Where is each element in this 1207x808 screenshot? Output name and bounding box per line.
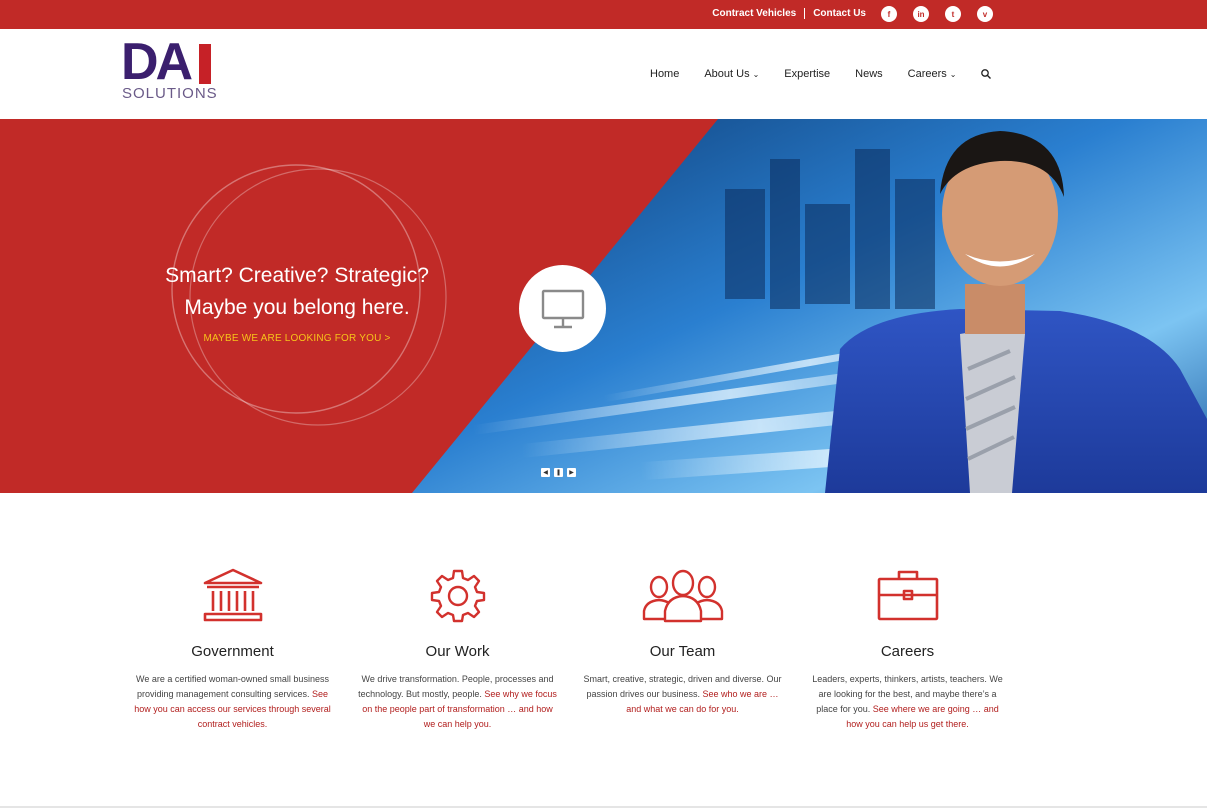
government-building-icon[interactable]: [201, 567, 265, 623]
feature-desc-government: We are a certified woman-owned small bus…: [133, 672, 333, 732]
feature-title-our-team[interactable]: Our Team: [570, 643, 795, 660]
feature-title-careers[interactable]: Careers: [795, 643, 1020, 660]
hero-slider: Smart? Creative? Strategic? Maybe you be…: [0, 119, 1207, 493]
dai-logo[interactable]: DA SOLUTIONS: [121, 36, 218, 102]
vimeo-icon[interactable]: v: [977, 6, 993, 22]
nav-careers-label: Careers: [907, 68, 947, 80]
nav-about-label: About Us: [704, 68, 750, 80]
top-utility-bar: Contract Vehicles Contact Us f in t v: [0, 0, 1207, 29]
feature-desc-careers: Leaders, experts, thinkers, artists, tea…: [808, 672, 1008, 732]
top-link-divider: [804, 8, 806, 19]
top-links: Contract Vehicles Contact Us: [712, 8, 866, 19]
monitor-badge: [519, 265, 606, 352]
feature-our-work: Our Work We drive transformation. People…: [345, 565, 570, 732]
nav-careers[interactable]: Careers ⌄: [908, 68, 957, 80]
logo-mark: DA: [121, 33, 193, 91]
chevron-down-icon: ⌄: [752, 69, 760, 79]
hero-caption: Smart? Creative? Strategic? Maybe you be…: [162, 260, 432, 344]
linkedin-icon[interactable]: in: [913, 6, 929, 22]
nav-home-label: Home: [650, 68, 680, 80]
social-links: f in t v: [881, 6, 993, 22]
site-header: DA SOLUTIONS Home About Us ⌄ Expertise Ne…: [0, 29, 1207, 119]
chevron-down-icon: ⌄: [949, 69, 957, 79]
feature-desc-our-work: We drive transformation. People, process…: [358, 672, 558, 732]
team-people-icon[interactable]: [641, 567, 725, 623]
hero-heading-line2: Maybe you belong here.: [184, 296, 410, 319]
main-nav: Home About Us ⌄ Expertise News Careers ⌄: [650, 68, 992, 80]
feature-government: Government We are a certified woman-owne…: [120, 565, 345, 732]
slider-next-button[interactable]: ▶: [567, 468, 576, 477]
slider-pause-button[interactable]: ❚: [554, 468, 563, 477]
search-icon[interactable]: [980, 68, 992, 80]
logo-subtitle: SOLUTIONS: [122, 85, 218, 102]
facebook-icon[interactable]: f: [881, 6, 897, 22]
gear-icon[interactable]: [430, 567, 486, 623]
monitor-icon: [541, 289, 584, 328]
feature-columns: Government We are a certified woman-owne…: [120, 565, 1020, 732]
feature-title-government[interactable]: Government: [120, 643, 345, 660]
nav-home[interactable]: Home: [650, 68, 679, 80]
nav-news[interactable]: News: [855, 68, 883, 80]
slider-controls: ◀ ❚ ▶: [541, 468, 576, 477]
nav-expertise[interactable]: Expertise: [784, 68, 830, 80]
feature-our-team: Our Team Smart, creative, strategic, dri…: [570, 565, 795, 732]
briefcase-icon[interactable]: [876, 567, 940, 623]
contact-us-link[interactable]: Contact Us: [813, 8, 866, 19]
contract-vehicles-link[interactable]: Contract Vehicles: [712, 8, 796, 19]
nav-expertise-label: Expertise: [784, 68, 831, 80]
hero-heading-line1: Smart? Creative? Strategic?: [165, 264, 429, 287]
twitter-icon[interactable]: t: [945, 6, 961, 22]
feature-desc-our-team: Smart, creative, strategic, driven and d…: [583, 672, 783, 717]
slider-prev-button[interactable]: ◀: [541, 468, 550, 477]
feature-careers: Careers Leaders, experts, thinkers, arti…: [795, 565, 1020, 732]
feature-title-our-work[interactable]: Our Work: [345, 643, 570, 660]
hero-cta-link[interactable]: MAYBE WE ARE LOOKING FOR YOU >: [162, 333, 432, 344]
nav-news-label: News: [855, 68, 883, 80]
feature-text-government: We are a certified woman-owned small bus…: [136, 674, 329, 699]
nav-about-us[interactable]: About Us ⌄: [704, 68, 759, 80]
logo-bar: [199, 44, 211, 84]
